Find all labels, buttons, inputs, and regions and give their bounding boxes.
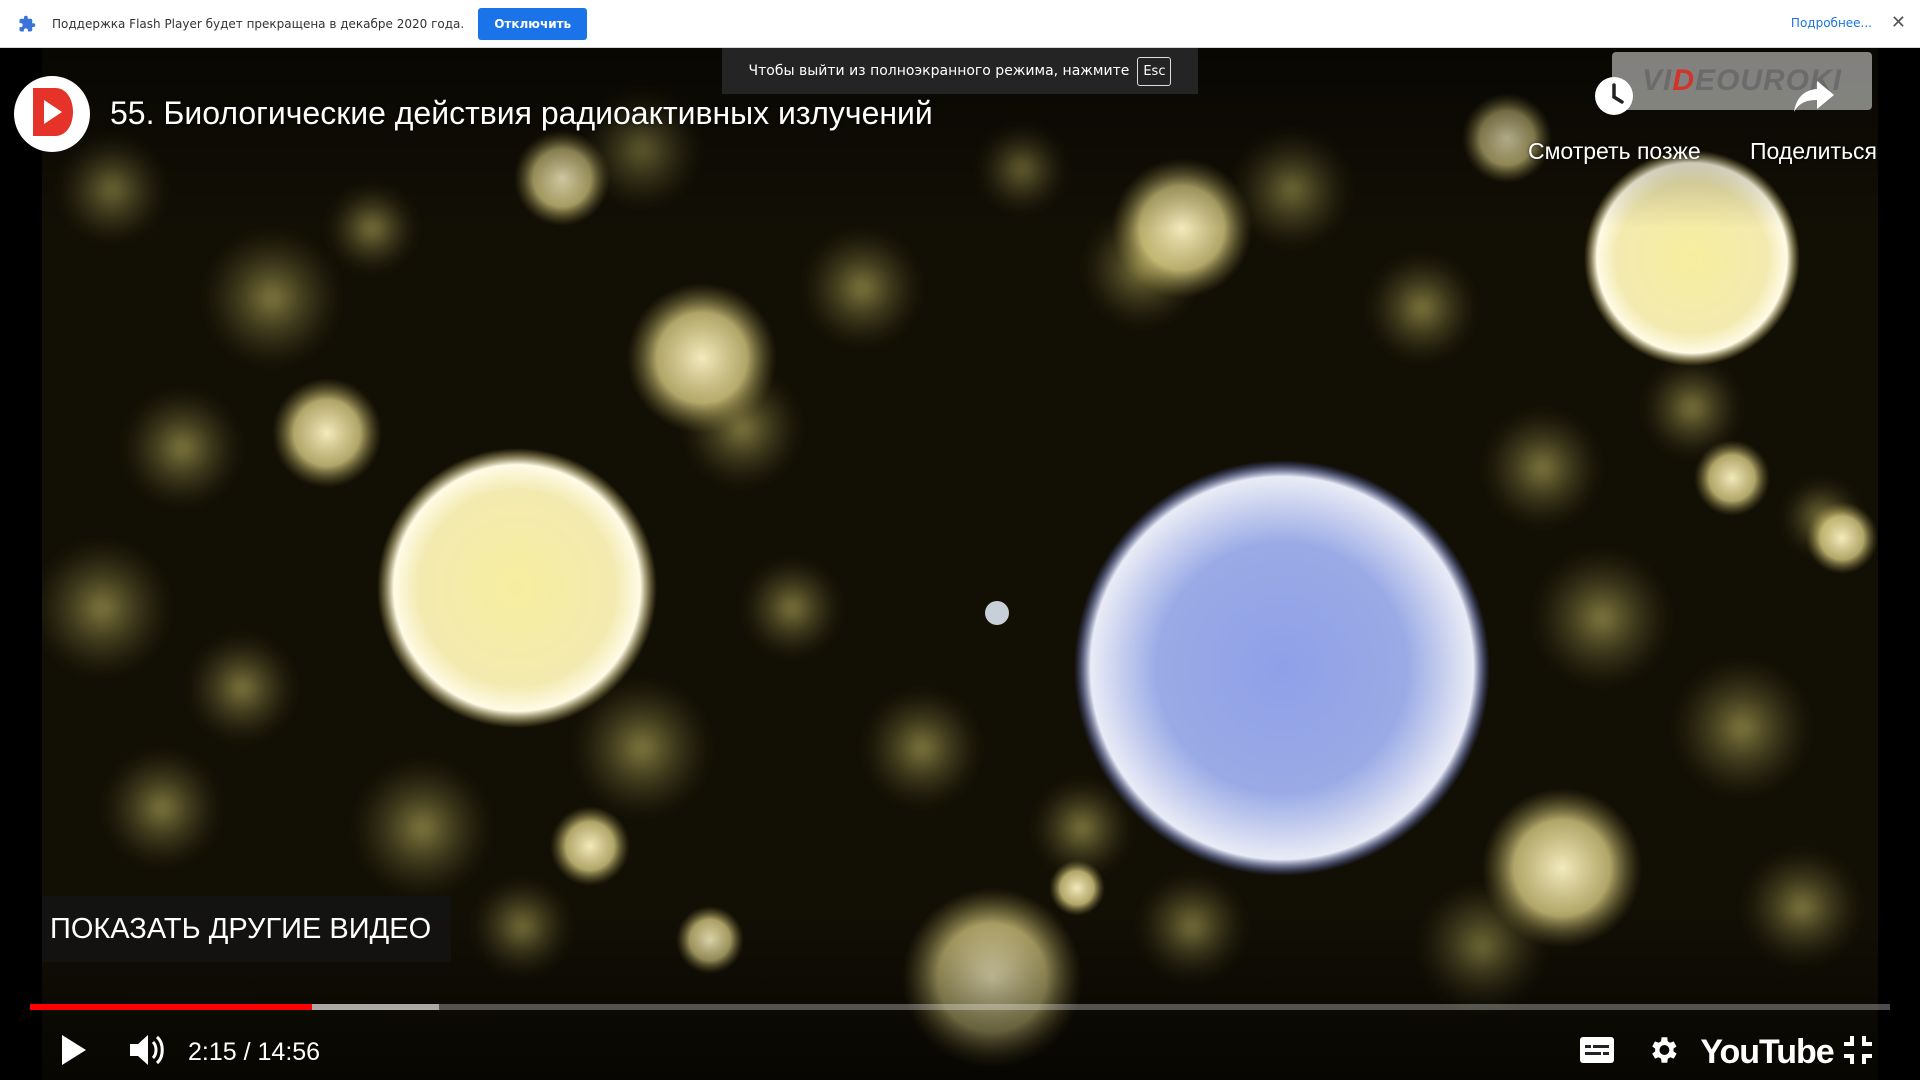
watch-later-button[interactable]: Смотреть позже (1528, 72, 1701, 165)
play-button[interactable] (50, 1024, 98, 1080)
time-separator: / (236, 1037, 258, 1066)
player-controls: 2:15 / 14:56 YouTube (0, 1024, 1920, 1080)
share-icon (1793, 72, 1835, 120)
more-videos-label: ПОКАЗАТЬ ДРУГИЕ ВИДЕО (50, 912, 432, 945)
close-icon[interactable]: ✕ (1891, 12, 1906, 34)
flash-infobar: Поддержка Flash Player будет прекращена … (0, 0, 1920, 48)
captions-icon (1579, 1036, 1615, 1069)
gear-icon (1646, 1033, 1680, 1072)
more-info-link[interactable]: Подробнее... (1791, 16, 1872, 30)
share-button[interactable]: Поделиться (1750, 72, 1877, 165)
video-title[interactable]: 55. Биологические действия радиоактивных… (110, 95, 933, 132)
youtube-logo[interactable]: YouTube (1700, 1024, 1834, 1080)
channel-logo-icon (29, 86, 75, 143)
video-player[interactable]: VI D EOUROKI 55. Биологические действия ра… (0, 48, 1920, 1080)
watch-later-label: Смотреть позже (1528, 138, 1701, 164)
volume-icon (128, 1032, 168, 1073)
settings-button[interactable] (1638, 1024, 1688, 1080)
esc-key-badge: Esc (1137, 56, 1172, 86)
duration: 14:56 (257, 1037, 321, 1066)
show-more-videos-button[interactable]: ПОКАЗАТЬ ДРУГИЕ ВИДЕО (42, 896, 452, 962)
time-display: 2:15 / 14:56 (188, 1024, 320, 1080)
exit-fullscreen-icon (1842, 1034, 1874, 1071)
disable-flash-button[interactable]: Отключить (478, 7, 588, 40)
infobar-message: Поддержка Flash Player будет прекращена … (52, 16, 465, 31)
channel-avatar[interactable] (14, 76, 90, 152)
fullscreen-exit-hint: Чтобы выйти из полноэкранного режима, на… (722, 48, 1198, 94)
fullscreen-hint-text: Чтобы выйти из полноэкранного режима, на… (748, 63, 1130, 79)
progress-played (30, 1004, 312, 1010)
play-icon (60, 1033, 88, 1072)
exit-fullscreen-button[interactable] (1836, 1024, 1880, 1080)
clock-icon (1594, 72, 1634, 120)
volume-button[interactable] (124, 1024, 172, 1080)
puzzle-icon (16, 13, 38, 35)
current-time: 2:15 (188, 1037, 237, 1066)
share-label: Поделиться (1750, 138, 1878, 164)
captions-button[interactable] (1572, 1024, 1622, 1080)
progress-bar[interactable] (30, 1004, 1890, 1010)
